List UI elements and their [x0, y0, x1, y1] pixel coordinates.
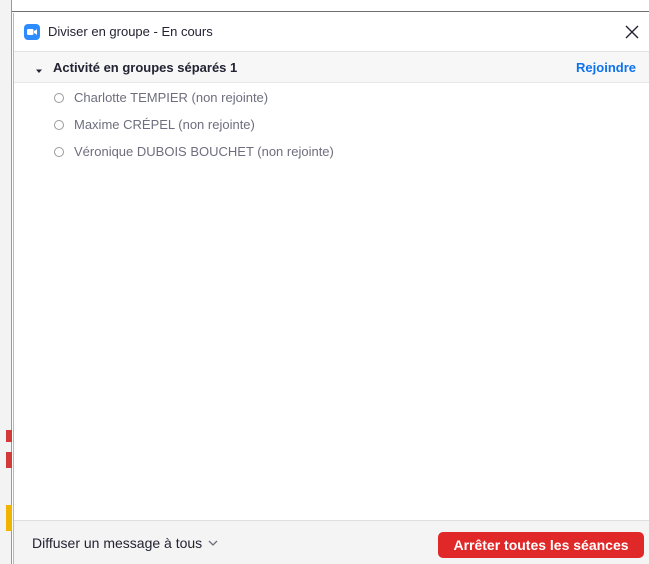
breakout-rooms-window: Diviser en groupe - En cours Activité en…	[13, 13, 649, 564]
breakout-room-name: Activité en groupes séparés 1	[53, 60, 238, 75]
participant-name: Maxime CRÉPEL (non rejointe)	[74, 117, 255, 132]
status-circle-icon	[54, 120, 64, 130]
participant-name: Charlotte TEMPIER (non rejointe)	[74, 90, 269, 105]
participant-list: Charlotte TEMPIER (non rejointe) Maxime …	[14, 85, 649, 166]
close-button[interactable]	[620, 20, 644, 44]
status-circle-icon	[54, 93, 64, 103]
background-desktop-left	[0, 0, 12, 564]
close-icon	[625, 25, 639, 39]
background-artifact	[6, 452, 12, 468]
window-title: Diviser en groupe - En cours	[48, 24, 213, 39]
footer-bar: Diffuser un message à tous Arrêter toute…	[14, 520, 649, 564]
participant-name: Véronique DUBOIS BOUCHET (non rejointe)	[74, 144, 334, 159]
breakout-room-header[interactable]: Activité en groupes séparés 1 Rejoindre	[14, 51, 649, 83]
caret-down-icon[interactable]	[34, 63, 44, 73]
stop-all-rooms-button[interactable]: Arrêter toutes les séances	[438, 532, 644, 558]
participant-item: Charlotte TEMPIER (non rejointe)	[14, 85, 649, 112]
title-bar: Diviser en groupe - En cours	[14, 13, 649, 51]
broadcast-label: Diffuser un message à tous	[32, 535, 203, 551]
broadcast-message-dropdown[interactable]: Diffuser un message à tous	[32, 535, 218, 551]
participant-item: Maxime CRÉPEL (non rejointe)	[14, 112, 649, 139]
chevron-down-icon	[208, 540, 218, 546]
zoom-camera-icon	[24, 24, 40, 40]
background-artifact	[6, 430, 12, 442]
background-artifact	[6, 505, 12, 531]
status-circle-icon	[54, 147, 64, 157]
join-button[interactable]: Rejoindre	[576, 60, 636, 75]
participant-item: Véronique DUBOIS BOUCHET (non rejointe)	[14, 139, 649, 166]
background-desktop-top	[0, 0, 649, 12]
